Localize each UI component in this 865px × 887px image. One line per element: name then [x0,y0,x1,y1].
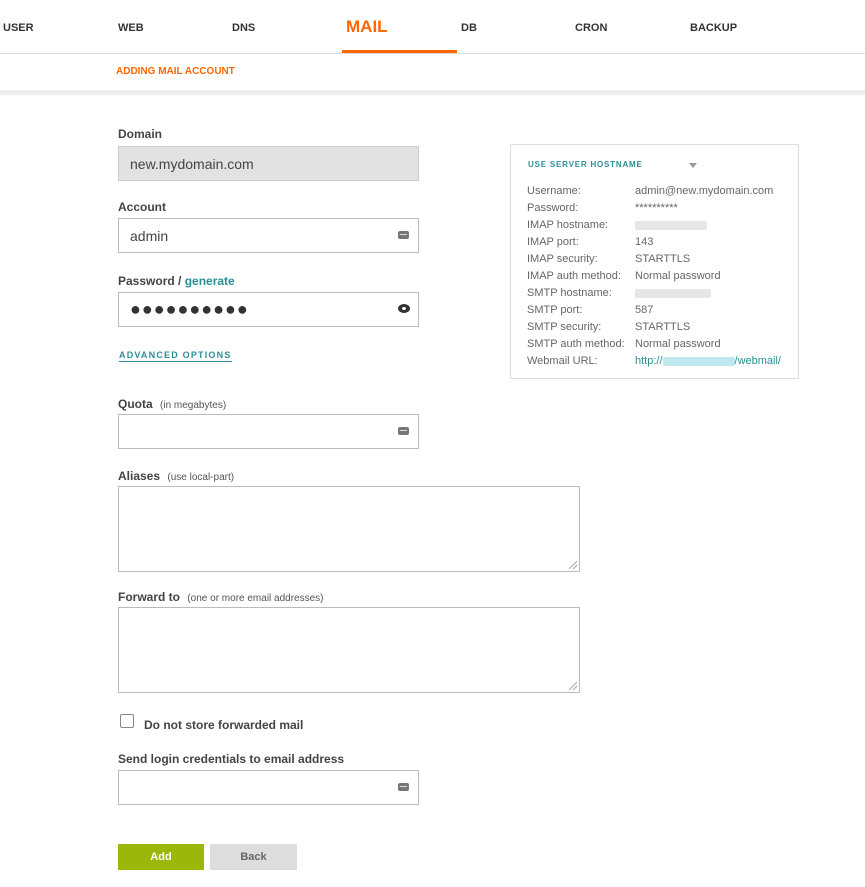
eye-icon[interactable] [398,304,410,313]
redacted-value [635,220,707,230]
forward-label-text: Forward to [118,590,180,604]
info-key: Webmail URL: [527,355,598,367]
info-row: Password: ********** [527,202,797,216]
send-credentials-input[interactable] [118,770,419,805]
resize-grip-icon[interactable] [569,682,577,690]
info-value: admin@new.mydomain.com [635,185,774,197]
info-row: SMTP port: 587 [527,304,797,318]
info-key: Password: [527,202,579,214]
redacted-value [662,356,735,366]
info-value: STARTTLS [635,253,691,265]
quota-label-text: Quota [118,397,153,411]
tab-mail[interactable]: MAIL [346,0,388,53]
info-key: IMAP security: [527,253,598,265]
generate-link[interactable]: generate [185,274,235,288]
quota-input[interactable] [118,414,419,449]
account-label: Account [118,200,166,214]
info-key: IMAP hostname: [527,219,609,231]
use-server-hostname-toggle[interactable]: USE SERVER HOSTNAME [528,160,643,169]
info-value [635,219,707,231]
info-row: Webmail URL: http:// /webmail/ [527,355,797,369]
info-key: IMAP port: [527,236,579,248]
top-nav: USER WEB DNS MAIL DB CRON BACKUP [0,0,865,54]
info-row: SMTP hostname: [527,287,797,301]
info-value: 143 [635,236,654,248]
password-value: ●●●●●●●●●● [130,299,249,319]
webmail-url-suffix: /webmail/ [734,355,781,367]
back-button[interactable]: Back [210,844,297,870]
mail-settings-panel: USE SERVER HOSTNAME Username: admin@new.… [510,144,799,379]
info-value [635,287,711,299]
tab-cron[interactable]: CRON [575,0,607,53]
advanced-options-link[interactable]: ADVANCED OPTIONS [119,350,232,362]
info-row: IMAP port: 143 [527,236,797,250]
info-row: IMAP security: STARTTLS [527,253,797,267]
info-key: SMTP port: [527,304,583,316]
domain-value: new.mydomain.com [130,156,254,172]
send-credentials-label: Send login credentials to email address [118,752,345,766]
password-input[interactable]: ●●●●●●●●●● [118,292,419,327]
info-value: Normal password [635,270,721,282]
aliases-label: Aliases (use local-part) [118,469,234,483]
aliases-hint: (use local-part) [167,472,235,483]
info-value: 587 [635,304,654,316]
password-label: Password / generate [118,274,235,288]
domain-field: new.mydomain.com [118,146,419,181]
info-value: Normal password [635,338,721,350]
tab-db[interactable]: DB [461,0,477,53]
resize-grip-icon[interactable] [569,561,577,569]
page-title: ADDING MAIL ACCOUNT [116,66,235,77]
info-key: SMTP auth method: [527,338,625,350]
info-value: STARTTLS [635,321,691,333]
info-row: IMAP hostname: [527,219,797,233]
tab-web[interactable]: WEB [118,0,144,53]
no-store-checkbox[interactable] [120,714,134,728]
tab-backup[interactable]: BACKUP [690,0,737,53]
info-key: IMAP auth method: [527,270,621,282]
aliases-textarea[interactable] [118,486,580,572]
add-button[interactable]: Add [118,844,204,870]
account-value: admin [130,228,169,244]
webmail-url-prefix: http:// [635,355,663,367]
webmail-url-link[interactable]: http:// /webmail/ [635,355,781,367]
info-row: SMTP security: STARTTLS [527,321,797,335]
info-value: ********** [635,202,678,214]
keyboard-icon[interactable] [398,427,409,435]
info-row: SMTP auth method: Normal password [527,338,797,352]
tab-user[interactable]: USER [3,0,34,53]
domain-label: Domain [118,127,163,141]
info-key: SMTP security: [527,321,602,333]
aliases-label-text: Aliases [118,469,161,483]
forward-label: Forward to (one or more email addresses) [118,590,324,604]
quota-label: Quota (in megabytes) [118,397,226,411]
tab-dns[interactable]: DNS [232,0,255,53]
keyboard-icon[interactable] [398,783,409,791]
keyboard-icon[interactable] [398,231,409,239]
active-tab-underline [342,50,457,53]
forward-textarea[interactable] [118,607,580,693]
forward-hint: (one or more email addresses) [187,593,324,604]
no-store-label[interactable]: Do not store forwarded mail [144,718,303,732]
info-row: IMAP auth method: Normal password [527,270,797,284]
account-input[interactable]: admin [118,218,419,253]
redacted-value [635,288,711,298]
quota-hint: (in megabytes) [160,400,227,411]
chevron-down-icon[interactable] [689,163,697,168]
info-row: Username: admin@new.mydomain.com [527,185,797,199]
password-label-text: Password / [118,274,182,288]
info-key: Username: [527,185,581,197]
info-key: SMTP hostname: [527,287,612,299]
